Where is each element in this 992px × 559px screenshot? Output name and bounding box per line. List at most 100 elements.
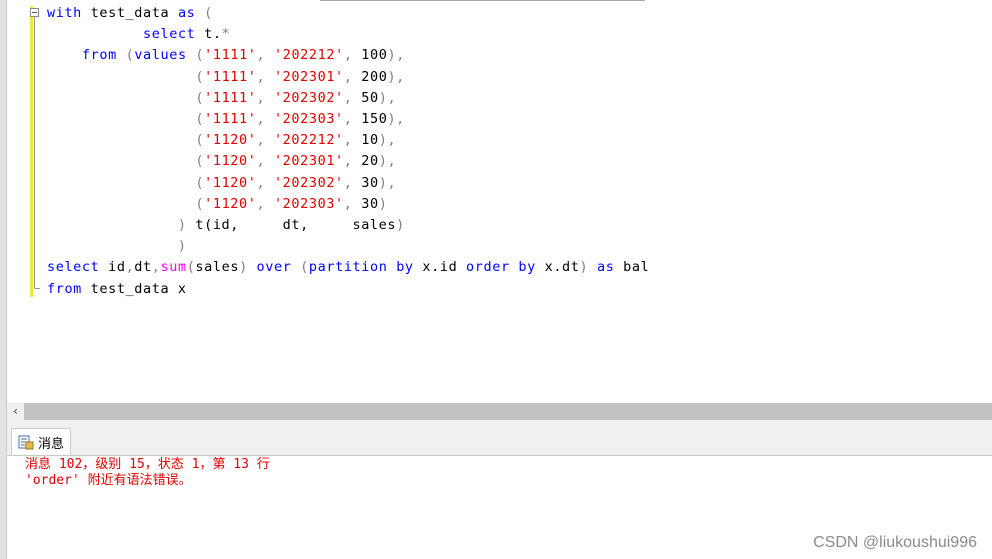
keyword-token: order by: [466, 259, 536, 276]
operator-token: ,: [343, 153, 362, 170]
tab-messages-label: 消息: [38, 436, 65, 452]
code-text[interactable]: with test_data as ( select t.* from (val…: [47, 3, 649, 300]
scroll-left-arrow-icon[interactable]: ‹: [7, 403, 24, 420]
function-token: sum: [160, 259, 187, 276]
text-token: 10: [361, 132, 379, 149]
operator-token: (: [195, 5, 213, 21]
watermark-text: CSDN @liukoushui996: [813, 534, 977, 551]
outline-region-end: [34, 288, 40, 289]
code-line: select id,dt,sum(sales) over (partition …: [47, 257, 649, 278]
code-line: ('1120', '202212', 10),: [47, 130, 649, 151]
operator-token: ,: [256, 47, 274, 64]
window-left-border: [0, 0, 7, 559]
operator-token: ),: [387, 111, 405, 128]
string-token: '202212': [273, 132, 344, 149]
text-token: 30: [361, 174, 379, 191]
string-token: '1120': [204, 195, 257, 212]
collapse-region-icon[interactable]: [30, 8, 39, 17]
operator-token: ),: [387, 47, 405, 64]
operator-token: (: [47, 132, 205, 149]
keyword-token: over: [256, 259, 292, 276]
string-token: '1111': [204, 89, 257, 106]
operator-token: ),: [378, 132, 397, 149]
code-line: select t.*: [47, 24, 649, 45]
operator-token: ,: [343, 132, 362, 149]
code-line: ): [47, 236, 649, 257]
code-line: ('1111', '202302', 50),: [47, 88, 649, 109]
error-message-header: 消息 102，级别 15，状态 1，第 13 行: [25, 457, 270, 472]
text-token: 50: [361, 89, 379, 106]
string-token: '202303': [273, 111, 344, 128]
operator-token: (: [116, 47, 135, 64]
operator-token: ),: [378, 153, 397, 170]
operator-token: ,: [256, 68, 274, 85]
keyword-token: as: [596, 259, 615, 276]
string-token: '202301': [273, 68, 344, 85]
operator-token: ): [396, 217, 405, 234]
operator-token: (: [47, 68, 205, 85]
code-line: ) t(id, dt, sales): [47, 215, 649, 236]
operator-token: (: [186, 47, 205, 64]
text-token: t(id, dt, sales: [195, 217, 397, 234]
operator-token: ,: [343, 68, 362, 85]
operator-token: ,: [343, 89, 362, 106]
scrollbar-thumb[interactable]: [24, 403, 992, 420]
operator-token: (: [47, 153, 205, 170]
string-token: '202302': [273, 89, 344, 106]
error-message-detail: 'order' 附近有语法错误。: [25, 473, 192, 488]
operator-token: ,: [343, 174, 362, 191]
operator-token: ,: [256, 174, 274, 191]
operator-token: (: [47, 89, 205, 106]
text-token: x.dt: [535, 259, 580, 276]
operator-token: ,: [343, 111, 362, 128]
string-token: '1111': [204, 68, 257, 85]
operator-token: ,: [151, 259, 161, 276]
text-token: 150: [361, 111, 388, 128]
messages-icon: [18, 435, 34, 450]
sql-editor[interactable]: with test_data as ( select t.* from (val…: [0, 0, 992, 403]
operator-token: ,: [256, 195, 274, 212]
operator-token: ),: [378, 89, 397, 106]
string-token: '1120': [204, 132, 257, 149]
text-token: dt: [134, 259, 152, 276]
operator-token: *: [221, 26, 231, 43]
editor-top-divider: [320, 0, 645, 1]
operator-token: ): [579, 259, 597, 276]
text-token: 30: [361, 195, 379, 212]
keyword-token: from: [81, 47, 117, 64]
text-token: test_data x: [81, 280, 187, 297]
code-line: with test_data as (: [47, 3, 649, 24]
string-token: '1111': [204, 111, 257, 128]
code-line: ('1111', '202303', 150),: [47, 109, 649, 130]
text-token: 20: [361, 153, 379, 170]
code-line: from test_data x: [47, 279, 649, 300]
keyword-token: from: [47, 280, 82, 297]
operator-token: ,: [256, 132, 274, 149]
horizontal-scrollbar[interactable]: ‹: [7, 403, 992, 420]
code-line: ('1120', '202302', 30),: [47, 173, 649, 194]
keyword-token: as: [177, 5, 196, 21]
code-line: ('1120', '202301', 20),: [47, 151, 649, 172]
operator-token: ): [47, 238, 187, 255]
operator-token: (: [47, 195, 205, 212]
operator-token: ,: [256, 153, 274, 170]
string-token: '202212': [274, 47, 344, 64]
text-token: test_data: [81, 5, 178, 21]
change-indicator-bar: [30, 6, 33, 297]
operator-token: ),: [378, 174, 397, 191]
keyword-token: values: [134, 47, 187, 64]
operator-token: ,: [343, 47, 362, 64]
operator-token: (: [47, 111, 205, 128]
code-line: ('1120', '202303', 30): [47, 194, 649, 215]
text-token: sales: [195, 259, 240, 276]
tab-messages[interactable]: 消息: [11, 428, 72, 455]
text-token: 100: [361, 47, 388, 64]
text-token: 200: [361, 68, 388, 85]
keyword-token: partition by: [308, 259, 414, 276]
operator-token: ),: [387, 68, 405, 85]
results-tab-strip: 消息: [7, 420, 992, 456]
text-token: x.id: [413, 259, 467, 276]
string-token: '1120': [204, 153, 257, 170]
operator-token: ): [47, 217, 196, 234]
